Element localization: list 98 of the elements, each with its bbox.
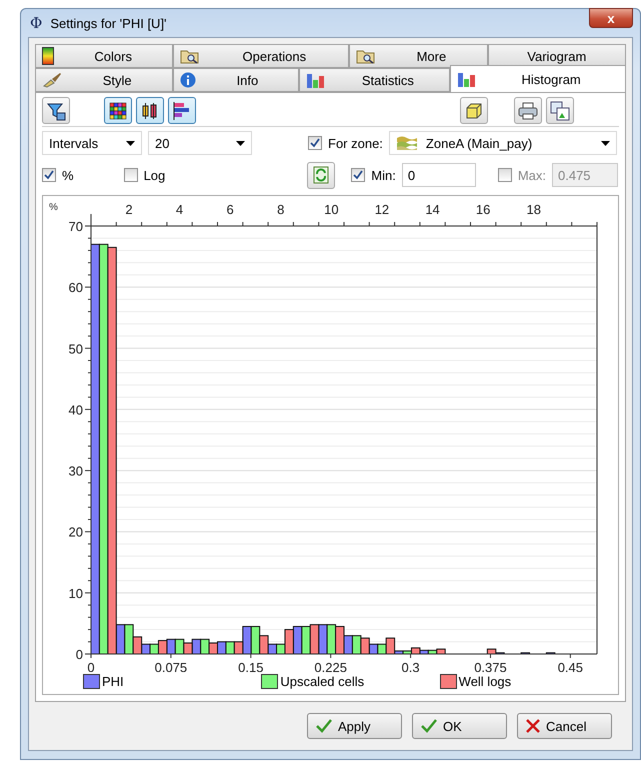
brush-icon — [42, 72, 62, 88]
histogram-bar — [546, 652, 556, 654]
x-tick-label: 0.075 — [154, 660, 188, 672]
checkmark-icon — [316, 719, 332, 733]
dialog-button[interactable]: Apply — [307, 713, 402, 739]
cross-icon — [526, 719, 540, 733]
caret-icon — [236, 140, 245, 146]
toolbar-button[interactable] — [546, 97, 574, 124]
app-logo: Φ — [30, 14, 42, 32]
y-tick-label: 40 — [68, 402, 83, 418]
histogram-bar — [352, 635, 362, 654]
zone-layers-icon — [396, 135, 418, 151]
for-zone-label: For zone: — [328, 136, 383, 150]
max-label: Max: — [518, 168, 546, 182]
legend-label: PHI — [102, 674, 124, 688]
y-axis-unit: % — [49, 202, 58, 213]
bin-index-label: 16 — [476, 202, 490, 217]
bin-index-label: 4 — [176, 202, 184, 217]
tab[interactable]: Style — [35, 68, 174, 92]
log-label: Log — [144, 168, 166, 182]
percent-label: % — [62, 168, 74, 182]
y-tick-label: 10 — [68, 586, 83, 601]
toolbar-button[interactable] — [168, 97, 196, 124]
dialog-button[interactable]: Cancel — [517, 713, 612, 739]
x-tick-label: 0.375 — [474, 660, 507, 672]
interval-mode-dropdown[interactable]: Intervals — [42, 131, 142, 155]
x-tick-label: 0.225 — [314, 660, 347, 672]
x-tick-label: 0.45 — [558, 660, 584, 672]
histogram-bar — [183, 642, 193, 654]
tab[interactable]: Histogram — [450, 65, 626, 92]
bin-index-label: 12 — [374, 202, 390, 217]
checkbox[interactable] — [308, 136, 322, 150]
histogram-bar — [150, 644, 159, 654]
box-plot-icon — [141, 102, 159, 120]
horizontal-bars-icon — [173, 102, 191, 120]
y-tick-label: 50 — [68, 341, 83, 356]
y-tick-label: 20 — [68, 524, 83, 540]
histogram-bar — [520, 652, 530, 654]
bin-index-label: 10 — [324, 202, 339, 217]
histogram-bar — [158, 640, 168, 654]
bin-index-label: 2 — [125, 202, 133, 217]
y-tick-label: 60 — [68, 280, 83, 296]
toolbar-button[interactable] — [514, 97, 542, 124]
checkbox[interactable] — [351, 168, 366, 182]
x-tick-label: 0.3 — [402, 660, 420, 672]
tab[interactable]: More — [349, 44, 488, 68]
color-grid-icon — [109, 102, 127, 120]
refresh-icon — [313, 166, 330, 184]
toolbar-button[interactable] — [42, 97, 70, 124]
toolbar-button[interactable] — [104, 97, 132, 124]
dialog-button[interactable]: OK — [412, 713, 507, 739]
copy-image-icon — [550, 100, 570, 120]
funnel-icon — [46, 100, 66, 120]
y-tick-label: 30 — [68, 464, 83, 479]
histogram-bar — [301, 626, 311, 654]
histogram-bar — [200, 638, 210, 654]
close-button[interactable]: x — [589, 8, 633, 28]
bar-chart-icon — [457, 70, 478, 88]
folder-search-icon — [180, 48, 200, 64]
checkbox[interactable] — [42, 168, 56, 182]
min-input[interactable]: 0 — [402, 163, 476, 187]
x-tick-label: 0 — [87, 660, 95, 672]
tab[interactable]: Operations — [173, 44, 350, 68]
toolbar-button[interactable] — [460, 97, 488, 124]
histogram-bar — [208, 642, 218, 654]
y-tick-label: 0 — [76, 647, 83, 662]
refresh-button[interactable] — [307, 162, 336, 188]
tab[interactable]: Statistics — [299, 68, 450, 92]
checkmark-icon — [421, 719, 437, 733]
histogram-bar — [225, 641, 235, 654]
zone-dropdown[interactable]: ZoneA (Main_pay) — [388, 131, 617, 155]
histogram-bar — [166, 638, 176, 654]
cube-icon — [465, 102, 483, 120]
toolbar-button[interactable] — [136, 97, 164, 124]
tab[interactable]: Colors — [35, 44, 174, 68]
tab[interactable]: Info — [173, 68, 300, 92]
color-gradient-icon — [42, 47, 54, 65]
legend-label: Upscaled cells — [280, 674, 364, 688]
bin-index-label: 18 — [526, 202, 541, 217]
info-icon — [180, 72, 196, 88]
histogram-bar — [292, 626, 302, 654]
legend-label: Well logs — [458, 674, 512, 688]
bin-index-label: 14 — [425, 202, 440, 217]
bar-chart-icon — [306, 72, 326, 88]
histogram-bar — [310, 624, 320, 654]
checkbox[interactable] — [124, 168, 138, 182]
printer-icon — [518, 102, 538, 120]
bin-index-label: 6 — [226, 202, 234, 217]
bin-index-label: 8 — [277, 202, 284, 217]
min-label: Min: — [371, 168, 396, 182]
caret-icon — [126, 140, 135, 146]
x-tick-label: 0.15 — [238, 660, 264, 672]
folder-search-icon — [356, 48, 376, 64]
y-tick-label: 70 — [68, 219, 83, 234]
interval-count-dropdown[interactable]: 20 — [148, 131, 252, 155]
caret-icon — [600, 140, 610, 146]
window-title: Settings for 'PHI [U]' — [50, 16, 168, 30]
histogram-bar — [174, 638, 184, 654]
